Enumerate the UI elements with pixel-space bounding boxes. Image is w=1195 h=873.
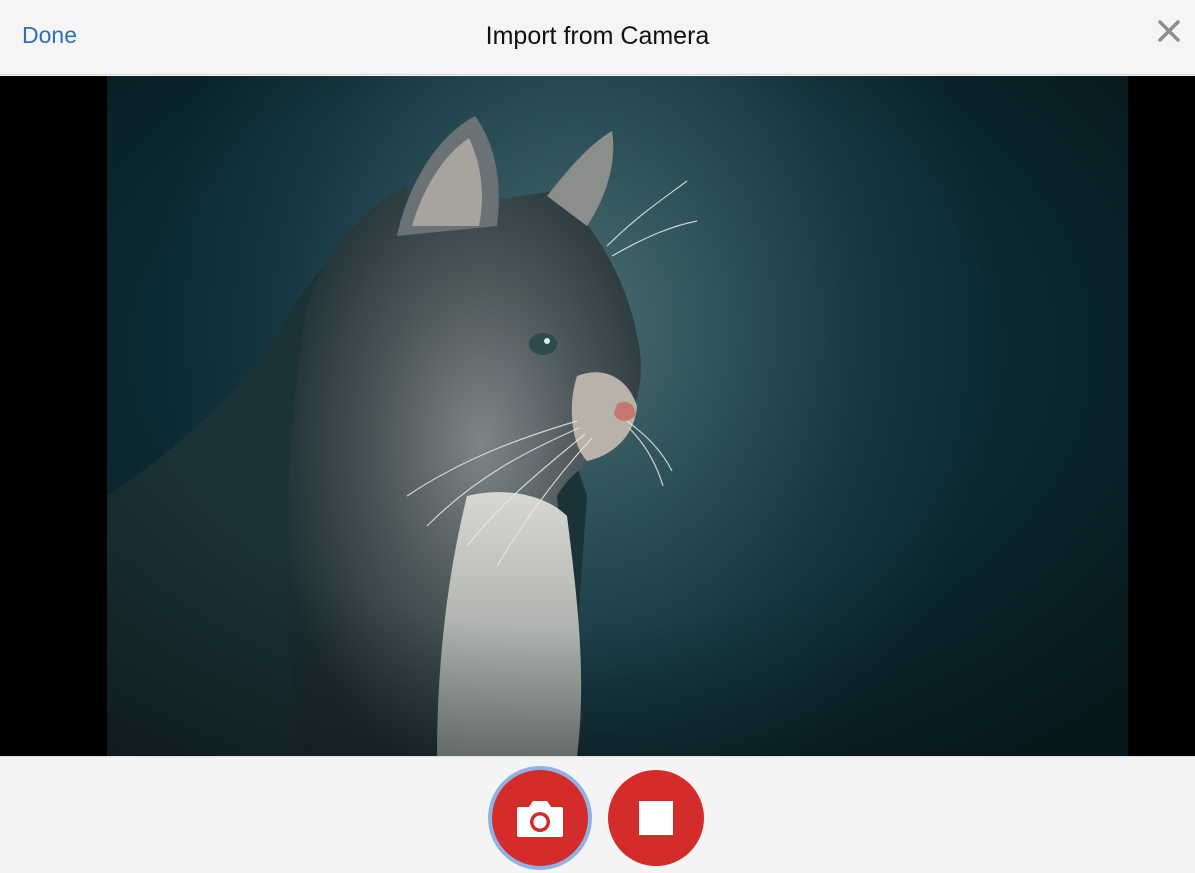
dialog-title: Import from Camera: [485, 22, 710, 50]
close-button[interactable]: [1152, 14, 1186, 48]
camera-preview: [107, 76, 1128, 756]
capture-photo-button[interactable]: [488, 766, 592, 870]
capture-controls: [0, 756, 1195, 873]
stop-icon: [639, 801, 673, 835]
cat-photo: [107, 76, 1128, 756]
close-icon: [1158, 20, 1180, 42]
dialog-header: Done Import from Camera: [0, 0, 1195, 75]
camera-viewer: [0, 76, 1195, 756]
stop-recording-button[interactable]: [608, 770, 704, 866]
camera-icon: [517, 801, 563, 837]
